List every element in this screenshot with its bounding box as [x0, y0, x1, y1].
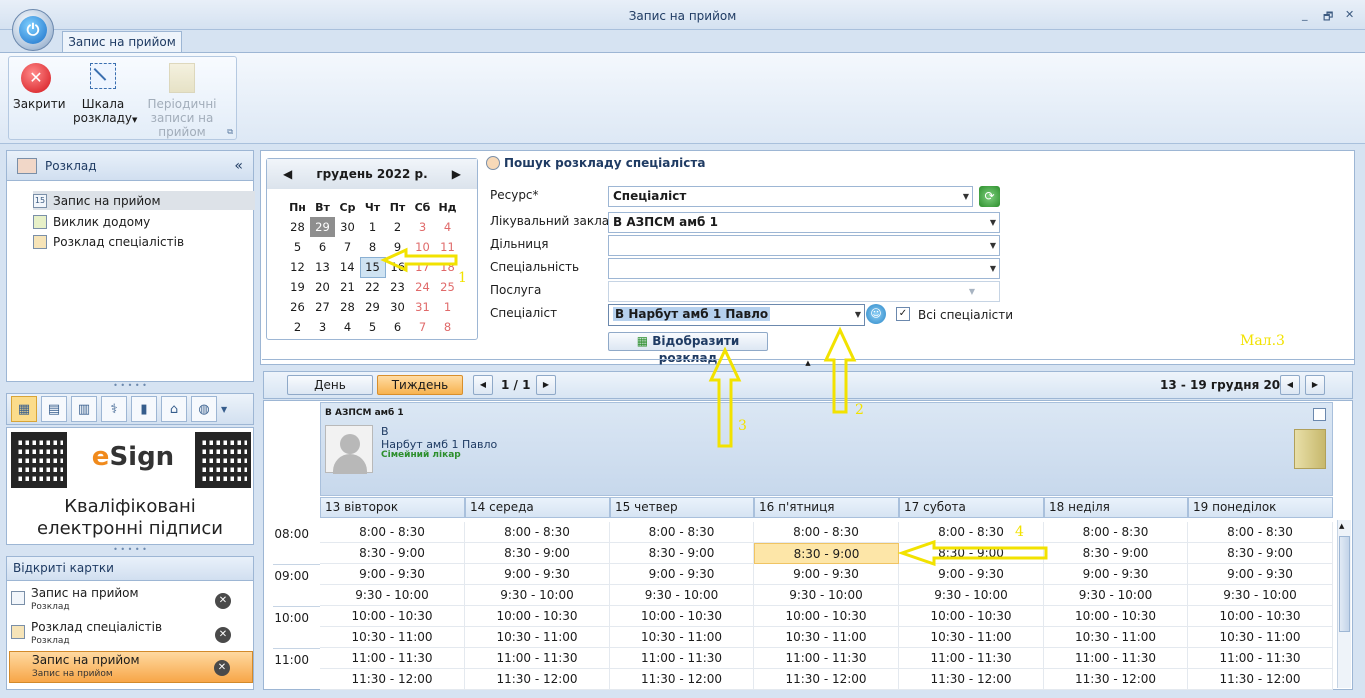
open-card[interactable]: Запис на прийом Розклад ✕: [9, 585, 253, 617]
scale-icon: [90, 63, 116, 89]
card-title: Запис на прийом: [32, 653, 140, 667]
annotation-arrow-1: [380, 247, 458, 273]
power-icon: ⏻: [19, 16, 47, 44]
close-button[interactable]: ✕ Закрити: [13, 63, 66, 111]
nav-item-home-visit[interactable]: Виклик додому: [33, 212, 255, 231]
nav-item-label: Виклик додому: [53, 214, 151, 229]
card-sub: Запис на прийом: [32, 669, 113, 679]
calendar-icon: 15: [33, 193, 47, 208]
open-cards-panel: Відкриті картки Запис на прийом Розклад …: [6, 556, 254, 690]
splitter-2[interactable]: • • • • •: [6, 546, 254, 554]
edit-calendar-icon: [11, 625, 25, 639]
close-window-button[interactable]: ✕: [1345, 8, 1354, 21]
periodic-label-2: записи на прийом: [150, 111, 214, 139]
group-launcher-icon[interactable]: ⧉: [227, 127, 233, 137]
window-title: Запис на прийом: [628, 9, 737, 23]
tab-appointment[interactable]: Запис на прийом: [62, 31, 182, 53]
open-card[interactable]: Розклад спеціалістів Розклад ✕: [9, 619, 253, 651]
annotation-arrow-4: [897, 539, 1048, 567]
nav-item-appointment[interactable]: 15 Запис на прийом: [33, 191, 255, 210]
close-label: Закрити: [13, 97, 66, 111]
card-sub: Розклад: [31, 602, 70, 612]
schedule-icon: [17, 157, 37, 174]
title-bar: Запис на прийом _ 🗗 ✕: [0, 0, 1365, 30]
card-title: Розклад спеціалістів: [31, 620, 163, 634]
annotation-1: 1: [458, 270, 467, 286]
close-card-icon[interactable]: ✕: [214, 660, 230, 676]
open-cards-title: Відкриті картки: [7, 557, 253, 581]
document-module-icon[interactable]: ▤: [41, 396, 67, 422]
more-modules-icon[interactable]: ▼: [221, 405, 227, 414]
card-title: Запис на прийом: [31, 586, 139, 600]
periodic-label-1: Періодичні: [147, 97, 217, 111]
close-card-icon[interactable]: ✕: [215, 627, 231, 643]
annotation-figure: Мал.3: [1240, 333, 1285, 349]
medical-module-icon[interactable]: ⚕: [101, 396, 127, 422]
edit-calendar-icon: [33, 234, 47, 249]
nav-item-label: Запис на прийом: [53, 193, 161, 208]
periodic-appointments-button[interactable]: Періодичні записи на прийом: [129, 63, 235, 139]
annotation-arrow-3: [708, 346, 742, 448]
minimize-button[interactable]: _: [1302, 8, 1308, 21]
annotation-overlay: [380, 247, 1048, 567]
qr-code-right: [195, 432, 251, 488]
nav-header: Розклад «: [7, 151, 253, 181]
esign-banner[interactable]: eSign Кваліфіковані електронні підписи: [6, 427, 254, 545]
home-module-icon[interactable]: ⌂: [161, 396, 187, 422]
annotation-arrow-2: [823, 326, 857, 414]
esign-line-1: Кваліфіковані: [64, 496, 196, 517]
nav-item-label: Розклад спеціалістів: [53, 234, 185, 249]
module-iconbar: ▦ ▤ ▥ ⚕ ▮ ⌂ ◍ ▼: [6, 393, 254, 425]
scale-label-2: розкладу▼: [73, 111, 138, 125]
open-card-active[interactable]: Запис на прийом Запис на прийом ✕: [9, 651, 253, 683]
esign-logo: eSign: [91, 442, 175, 472]
qr-code-left: [11, 432, 67, 488]
card-sub: Розклад: [31, 636, 70, 646]
app-orb-button[interactable]: ⏻: [12, 9, 54, 51]
calendar-icon: [11, 591, 25, 605]
annotation-4: 4: [1015, 524, 1024, 540]
books-module-icon[interactable]: ▮: [131, 396, 157, 422]
collapse-icon[interactable]: «: [234, 158, 243, 174]
splitter[interactable]: • • • • •: [6, 382, 254, 390]
schedule-scale-button[interactable]: Шкала розкладу▼: [73, 63, 138, 127]
list-icon: [33, 214, 47, 229]
scale-label-1: Шкала: [81, 97, 125, 111]
network-module-icon[interactable]: ◍: [191, 396, 217, 422]
annotation-3: 3: [738, 418, 747, 434]
restore-button[interactable]: 🗗: [1323, 8, 1333, 27]
chart-module-icon[interactable]: ▥: [71, 396, 97, 422]
calendar-grid-icon: [169, 63, 195, 93]
annotation-2: 2: [855, 402, 864, 418]
nav-panel: Розклад « 15 Запис на прийом Виклик додом…: [6, 150, 255, 382]
close-card-icon[interactable]: ✕: [215, 593, 231, 609]
nav-title: Розклад: [45, 158, 97, 173]
nav-item-specialists-schedule[interactable]: Розклад спеціалістів: [33, 232, 255, 251]
schedule-module-icon[interactable]: ▦: [11, 396, 37, 422]
ribbon-group: ✕ Закрити Шкала розкладу▼ Періодичні зап…: [8, 56, 237, 140]
close-icon: ✕: [21, 63, 51, 93]
esign-line-2: електронні підписи: [37, 518, 223, 539]
